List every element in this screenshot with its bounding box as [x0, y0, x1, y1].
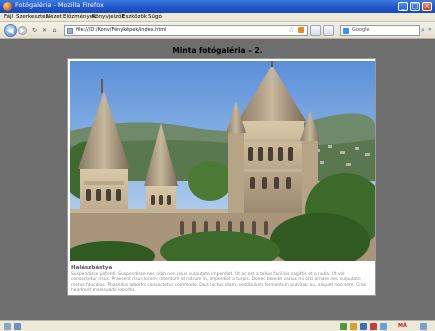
addon-icon-3[interactable] [360, 323, 367, 330]
title-bar[interactable]: Fotógaléria - Mozilla Firefox _ □ × [0, 0, 435, 13]
gallery-card: Halászbástya Suspendisse potenti. Suspen… [67, 58, 376, 296]
navigation-toolbar: ◀ ▶ ↻ ✕ ⌂ file:///D:/Konv/Fényképek/inde… [0, 22, 435, 39]
addon-icon-2[interactable] [350, 323, 357, 330]
addon-icon-1[interactable] [340, 323, 347, 330]
menu-edit[interactable]: Szerkesztés [16, 14, 49, 20]
page-content: Minta fotógaléria – 2. Halászbástya Susp… [0, 40, 435, 320]
bookmark-star-icon[interactable]: ☆ [288, 26, 294, 34]
back-button[interactable]: ◀ [4, 24, 17, 37]
status-language[interactable]: MÁ [398, 323, 407, 329]
reload-icon[interactable]: ↻ [31, 27, 38, 34]
minimize-button[interactable]: _ [398, 2, 408, 11]
rss-icon[interactable] [298, 27, 304, 33]
menu-bar: Fájl Szerkesztés Nézet Előzmények Könyvj… [0, 13, 435, 22]
window-title: Fotógaléria - Mozilla Firefox [15, 1, 104, 9]
menu-view[interactable]: Nézet [46, 14, 62, 20]
caption-title: Halászbástya [71, 265, 113, 271]
search-input[interactable]: Google [340, 25, 420, 36]
page-info-icon[interactable] [14, 323, 21, 330]
caption-text: Suspendisse potenti. Suspendisse nec nib… [71, 272, 366, 293]
search-placeholder: Google [352, 27, 370, 33]
url-text[interactable]: file:///D:/Konv/Fényképek/index.html [76, 27, 167, 33]
menu-bookmarks[interactable]: Könyvjelzők [92, 14, 125, 20]
toolbar-button-2[interactable] [323, 25, 334, 36]
address-bar[interactable]: file:///D:/Konv/Fényképek/index.html [64, 25, 308, 36]
chevron-right-icon[interactable]: » [428, 26, 432, 33]
menu-file[interactable]: Fájl [4, 14, 13, 20]
resize-grip-icon[interactable] [420, 323, 427, 330]
addon-icon-4[interactable] [370, 323, 377, 330]
search-engine-icon[interactable] [343, 28, 349, 34]
page-title: Minta fotógaléria – 2. [172, 46, 263, 55]
forward-button[interactable]: ▶ [18, 26, 27, 35]
menu-help[interactable]: Súgó [148, 14, 162, 20]
browser-window: Fotógaléria - Mozilla Firefox _ □ × Fájl… [0, 0, 435, 331]
close-button[interactable]: × [422, 2, 432, 11]
addon-icon-5[interactable] [380, 323, 387, 330]
search-icon[interactable]: ⌕ [421, 26, 425, 35]
status-bar: MÁ [0, 320, 435, 331]
toolbar-button-1[interactable] [310, 25, 321, 36]
stop-icon[interactable]: ✕ [41, 27, 48, 34]
firefox-icon [3, 2, 12, 11]
done-icon [4, 323, 11, 330]
page-icon [67, 28, 73, 34]
maximize-button[interactable]: □ [410, 2, 420, 11]
gallery-photo[interactable] [70, 61, 375, 261]
menu-tools[interactable]: Eszközök [122, 14, 147, 20]
home-icon[interactable]: ⌂ [51, 27, 58, 34]
